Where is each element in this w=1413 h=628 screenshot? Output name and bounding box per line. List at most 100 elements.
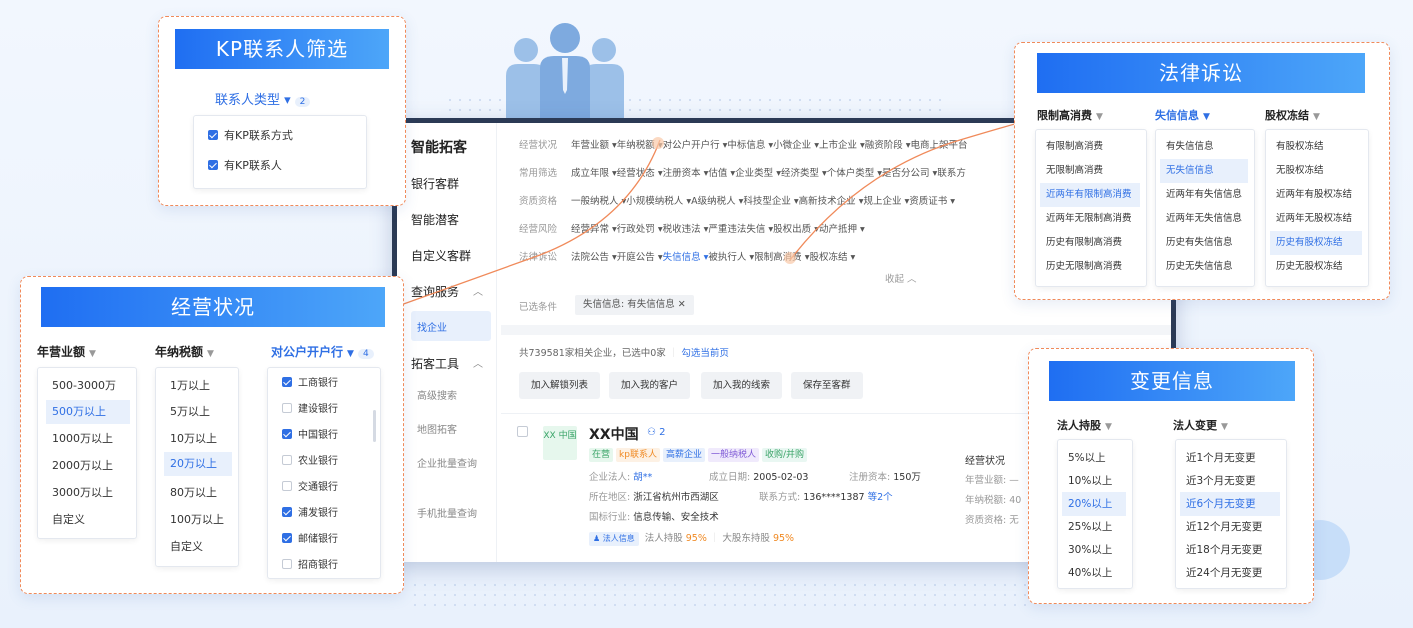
checkbox-checked-icon[interactable]	[208, 160, 218, 170]
bank-option[interactable]: 建设银行	[276, 398, 374, 422]
list-item[interactable]: 自定义	[164, 535, 232, 559]
list-item[interactable]: 近两年无失信信息	[1160, 207, 1248, 231]
tax-dropdown[interactable]: 年纳税额 ▼	[155, 343, 214, 360]
bank-option[interactable]: 招商银行	[276, 554, 374, 578]
list-item[interactable]: 有失信信息	[1160, 135, 1248, 159]
checkbox-checked-icon[interactable]	[208, 130, 218, 140]
biz-status-card: 经营状况 年营业额 ▼ 年纳税额 ▼ 对公户开户行 ▼ 4 500-3000万 500万…	[20, 276, 404, 594]
list-item[interactable]: 20%以上	[1062, 492, 1126, 516]
header-label: 失信信息	[1155, 109, 1199, 122]
scrollbar[interactable]	[373, 410, 376, 442]
list-item[interactable]: 80万以上	[164, 481, 232, 505]
bank-dropdown[interactable]: 对公户开户行 ▼ 4	[271, 343, 374, 360]
caret-down-icon: ▼	[1221, 422, 1228, 432]
biz-banner: 经营状况	[41, 287, 385, 327]
list-item[interactable]: 近两年有限制高消费	[1040, 183, 1140, 207]
caret-down-icon: ▼	[1203, 112, 1210, 122]
checkbox-checked-icon[interactable]	[282, 533, 292, 543]
list-item[interactable]: 近两年有失信信息	[1160, 183, 1248, 207]
list-item[interactable]: 2000万以上	[46, 454, 130, 478]
legal-banner: 法律诉讼	[1037, 53, 1365, 93]
list-item[interactable]: 无股权冻结	[1270, 159, 1362, 183]
list-item[interactable]: 历史有失信信息	[1160, 231, 1248, 255]
option-label: 邮储银行	[298, 534, 338, 545]
kp-filter-card: KP联系人筛选 联系人类型 ▾ 2 有KP联系方式 有KP联系人	[158, 16, 406, 206]
list-item[interactable]: 5万以上	[164, 400, 232, 424]
header-label: 股权冻结	[1265, 109, 1309, 122]
bank-option[interactable]: 浦发银行	[276, 502, 374, 526]
list-item[interactable]: 自定义	[46, 508, 130, 532]
list-item[interactable]: 100万以上	[164, 508, 232, 532]
list-item[interactable]: 500万以上	[46, 400, 130, 424]
list-item[interactable]: 10%以上	[1062, 469, 1126, 493]
legal-holding-list: 5%以上 10%以上 20%以上 25%以上 30%以上 40%以上	[1057, 439, 1133, 589]
list-item[interactable]: 30%以上	[1062, 538, 1126, 562]
list-item[interactable]: 有限制高消费	[1040, 135, 1140, 159]
checkbox-icon[interactable]	[282, 403, 292, 413]
kp-banner: KP联系人筛选	[175, 29, 389, 69]
list-item[interactable]: 40%以上	[1062, 561, 1126, 585]
legal-holding-dropdown[interactable]: 法人持股 ▼	[1057, 417, 1112, 433]
caret-down-icon: ▼	[1096, 112, 1103, 122]
list-item[interactable]: 500-3000万	[46, 374, 130, 398]
checkbox-checked-icon[interactable]	[282, 429, 292, 439]
header-label: 法人持股	[1057, 419, 1101, 432]
list-item[interactable]: 近两年有股权冻结	[1270, 183, 1362, 207]
list-item[interactable]: 有股权冻结	[1270, 135, 1362, 159]
list-item[interactable]: 历史无限制高消费	[1040, 255, 1140, 279]
checkbox-icon[interactable]	[282, 455, 292, 465]
option-label: 浦发银行	[298, 508, 338, 519]
list-item[interactable]: 近1个月无变更	[1180, 446, 1280, 470]
contact-type-dropdown[interactable]: 联系人类型 ▾ 2	[215, 89, 311, 108]
list-item[interactable]: 1万以上	[164, 374, 232, 398]
list-item[interactable]: 近18个月无变更	[1180, 538, 1280, 562]
list-item[interactable]: 近3个月无变更	[1180, 469, 1280, 493]
header-label: 对公户开户行	[271, 345, 344, 359]
list-item[interactable]: 近6个月无变更	[1180, 492, 1280, 516]
kp-options: 有KP联系方式 有KP联系人	[193, 115, 367, 189]
revenue-dropdown[interactable]: 年营业额 ▼	[37, 343, 96, 360]
legal-change-dropdown[interactable]: 法人变更 ▼	[1173, 417, 1228, 433]
header-label: 法人变更	[1173, 419, 1217, 432]
change-info-card: 变更信息 法人持股 ▼ 法人变更 ▼ 5%以上 10%以上 20%以上 25%以上 …	[1028, 348, 1314, 604]
revenue-list: 500-3000万 500万以上 1000万以上 2000万以上 3000万以上…	[37, 367, 137, 539]
list-item[interactable]: 10万以上	[164, 427, 232, 451]
list-item[interactable]: 近两年无限制高消费	[1040, 207, 1140, 231]
kp-option[interactable]: 有KP联系方式	[202, 124, 360, 148]
list-item[interactable]: 近12个月无变更	[1180, 515, 1280, 539]
header-label: 年纳税额	[155, 345, 204, 359]
tax-list: 1万以上 5万以上 10万以上 20万以上 80万以上 100万以上 自定义	[155, 367, 239, 567]
dishonest-dropdown[interactable]: 失信信息 ▼	[1155, 107, 1210, 123]
option-label: 交通银行	[298, 482, 338, 493]
consumption-dropdown[interactable]: 限制高消费 ▼	[1037, 107, 1103, 123]
list-item[interactable]: 无限制高消费	[1040, 159, 1140, 183]
list-item[interactable]: 历史无股权冻结	[1270, 255, 1362, 279]
bank-option[interactable]: 中国银行	[276, 424, 374, 448]
option-label: 有KP联系人	[224, 159, 282, 172]
list-item[interactable]: 3000万以上	[46, 481, 130, 505]
legal-card: 法律诉讼 限制高消费 ▼ 失信信息 ▼ 股权冻结 ▼ 有限制高消费 无限制高消费 近两…	[1014, 42, 1390, 300]
checkbox-checked-icon[interactable]	[282, 507, 292, 517]
option-label: 建设银行	[298, 404, 338, 415]
checkbox-icon[interactable]	[282, 559, 292, 569]
kp-option[interactable]: 有KP联系人	[202, 154, 360, 178]
list-item[interactable]: 25%以上	[1062, 515, 1126, 539]
list-item[interactable]: 20万以上	[164, 452, 232, 476]
list-item[interactable]: 历史有股权冻结	[1270, 231, 1362, 255]
list-item[interactable]: 无失信信息	[1160, 159, 1248, 183]
caret-down-icon: ▼	[89, 349, 96, 359]
list-item[interactable]: 1000万以上	[46, 427, 130, 451]
checkbox-icon[interactable]	[282, 481, 292, 491]
list-item[interactable]: 5%以上	[1062, 446, 1126, 470]
list-item[interactable]: 历史有限制高消费	[1040, 231, 1140, 255]
equity-freeze-dropdown[interactable]: 股权冻结 ▼	[1265, 107, 1320, 123]
count-badge: 4	[357, 349, 374, 359]
bank-option[interactable]: 工商银行	[276, 372, 374, 396]
list-item[interactable]: 近两年无股权冻结	[1270, 207, 1362, 231]
checkbox-checked-icon[interactable]	[282, 377, 292, 387]
bank-option[interactable]: 交通银行	[276, 476, 374, 500]
bank-option[interactable]: 农业银行	[276, 450, 374, 474]
list-item[interactable]: 历史无失信信息	[1160, 255, 1248, 279]
bank-option[interactable]: 邮储银行	[276, 528, 374, 552]
list-item[interactable]: 近24个月无变更	[1180, 561, 1280, 585]
